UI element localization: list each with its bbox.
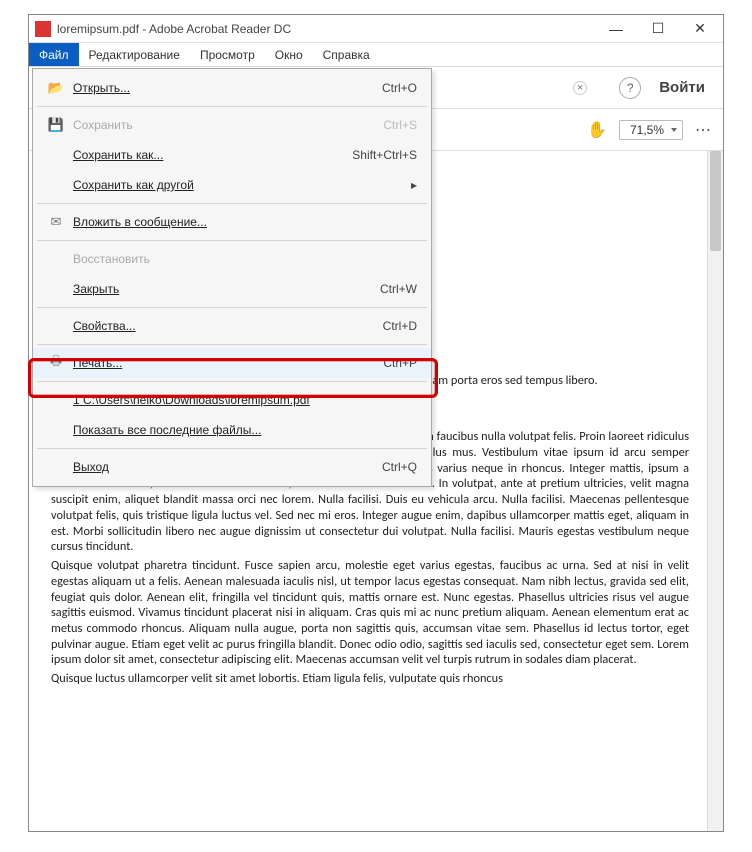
menu-item-save-as-other[interactable]: Сохранить как другой ▸ <box>33 170 431 200</box>
scrollbar-thumb[interactable] <box>710 151 721 251</box>
submenu-arrow-icon: ▸ <box>411 178 417 192</box>
menu-item-shortcut: Shift+Ctrl+S <box>352 148 417 162</box>
sign-in-button[interactable]: Войти <box>649 79 715 96</box>
menu-item-label: 1 C:\Users\nelko\Downloads\loremipsum.pd… <box>67 393 417 407</box>
menu-item-shortcut: Ctrl+O <box>382 81 417 95</box>
menu-file[interactable]: Файл <box>29 43 79 66</box>
doc-para: Quisque volutpat pharetra tincidunt. Fus… <box>51 558 689 668</box>
menu-item-label: Печать... <box>67 356 383 370</box>
folder-open-icon: 📂 <box>45 80 67 96</box>
menu-view[interactable]: Просмотр <box>190 43 265 66</box>
menu-item-label: Закрыть <box>67 282 380 296</box>
doc-para: Quisque luctus ullamcorper velit sit ame… <box>51 671 689 687</box>
more-tools-button[interactable]: ⋯ <box>691 120 715 140</box>
minimize-button[interactable]: — <box>595 16 637 42</box>
menu-separator <box>37 344 427 345</box>
menu-item-show-all-recent[interactable]: Показать все последние файлы... <box>33 415 431 445</box>
menu-item-shortcut: Ctrl+W <box>380 282 417 296</box>
menu-item-shortcut: Ctrl+D <box>383 319 417 333</box>
close-icon: × <box>573 81 587 95</box>
menu-separator <box>37 203 427 204</box>
menu-separator <box>37 448 427 449</box>
menu-edit[interactable]: Редактирование <box>79 43 190 66</box>
menu-item-label: Показать все последние файлы... <box>67 423 417 437</box>
menubar: Файл Редактирование Просмотр Окно Справк… <box>29 43 723 67</box>
menu-item-recent-1[interactable]: 1 C:\Users\nelko\Downloads\loremipsum.pd… <box>33 385 431 415</box>
window-title: loremipsum.pdf - Adobe Acrobat Reader DC <box>57 22 595 36</box>
menu-item-exit[interactable]: Выход Ctrl+Q <box>33 452 431 482</box>
menu-item-label: Выход <box>67 460 382 474</box>
menu-item-label: Свойства... <box>67 319 383 333</box>
menu-item-save-as[interactable]: Сохранить как... Shift+Ctrl+S <box>33 140 431 170</box>
titlebar: loremipsum.pdf - Adobe Acrobat Reader DC… <box>29 15 723 43</box>
menu-separator <box>37 307 427 308</box>
tab-close[interactable]: × <box>573 81 587 95</box>
menu-item-label: Сохранить как другой <box>67 178 411 192</box>
print-icon: 🖶 <box>45 352 67 374</box>
vertical-scrollbar[interactable]: ▴ <box>707 151 723 831</box>
close-window-button[interactable]: ✕ <box>679 16 721 42</box>
zoom-level-select[interactable]: 71,5% <box>619 120 683 140</box>
menu-item-properties[interactable]: Свойства... Ctrl+D <box>33 311 431 341</box>
menu-item-revert: Восстановить <box>33 244 431 274</box>
menu-item-print[interactable]: 🖶 Печать... Ctrl+P <box>33 348 431 378</box>
menu-separator <box>37 106 427 107</box>
menu-item-label: Сохранить <box>67 118 383 132</box>
file-dropdown-menu: 📂 Открыть... Ctrl+O 💾 Сохранить Ctrl+S С… <box>32 68 432 487</box>
menu-window[interactable]: Окно <box>265 43 313 66</box>
menu-item-close[interactable]: Закрыть Ctrl+W <box>33 274 431 304</box>
menu-item-label: Открыть... <box>67 81 382 95</box>
menu-item-save: 💾 Сохранить Ctrl+S <box>33 110 431 140</box>
menu-item-shortcut: Ctrl+S <box>383 118 417 132</box>
help-icon[interactable]: ? <box>619 77 641 99</box>
pdf-icon <box>35 21 51 37</box>
menu-item-label: Вложить в сообщение... <box>67 215 417 229</box>
save-icon: 💾 <box>45 117 67 133</box>
menu-item-label: Сохранить как... <box>67 148 352 162</box>
maximize-button[interactable]: ☐ <box>637 16 679 42</box>
menu-separator <box>37 381 427 382</box>
menu-item-attach-email[interactable]: ✉ Вложить в сообщение... <box>33 207 431 237</box>
menu-item-shortcut: Ctrl+P <box>383 356 417 370</box>
menu-item-label: Восстановить <box>67 252 417 266</box>
menu-separator <box>37 240 427 241</box>
menu-help[interactable]: Справка <box>313 43 380 66</box>
email-icon: ✉ <box>45 214 67 230</box>
menu-item-open[interactable]: 📂 Открыть... Ctrl+O <box>33 73 431 103</box>
menu-item-shortcut: Ctrl+Q <box>382 460 417 474</box>
hand-tool-icon[interactable]: ✋ <box>583 116 611 144</box>
